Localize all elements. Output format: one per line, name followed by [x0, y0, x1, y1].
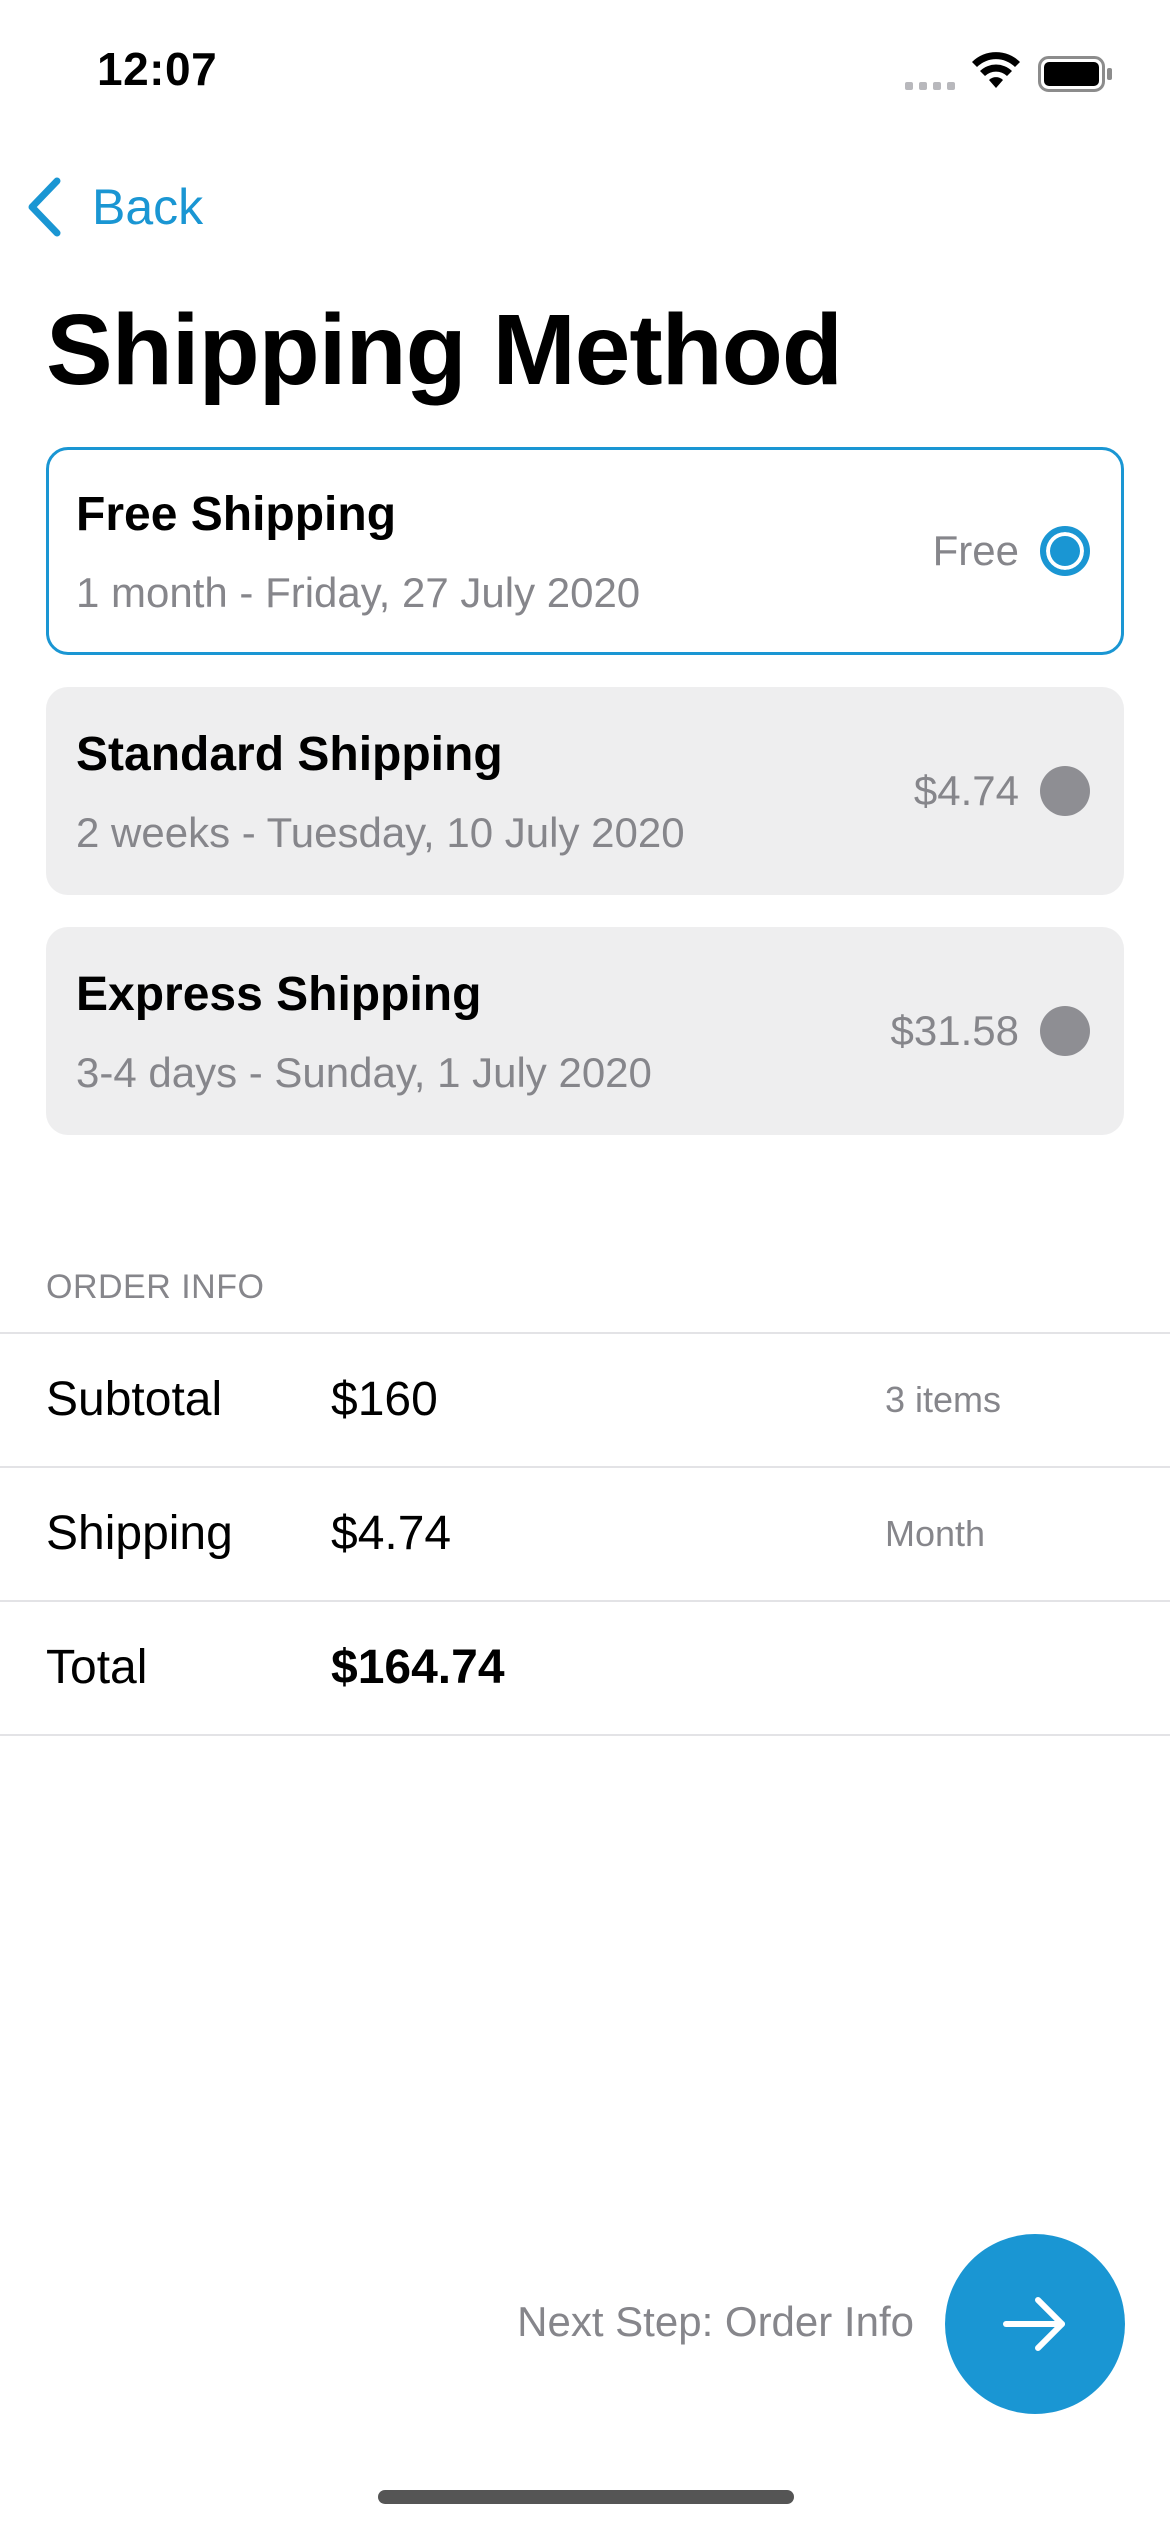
order-row-shipping: Shipping $4.74 Month — [0, 1466, 1170, 1600]
option-name: Free Shipping — [76, 488, 397, 541]
row-value: $164.74 — [331, 1641, 505, 1694]
option-detail: 1 month - Friday, 27 July 2020 — [76, 569, 641, 616]
row-value: $4.74 — [331, 1507, 452, 1560]
row-note: 3 items — [885, 1379, 1002, 1420]
back-label: Back — [92, 179, 204, 235]
radio-selected-icon[interactable] — [1040, 526, 1090, 576]
row-label: Total — [46, 1641, 148, 1694]
row-label: Shipping — [46, 1507, 233, 1560]
shipping-option-standard[interactable]: Standard Shipping 2 weeks - Tuesday, 10 … — [46, 687, 1124, 895]
next-step-label: Next Step: Order Info — [517, 2298, 914, 2345]
option-price: $4.74 — [913, 767, 1019, 814]
order-row-subtotal: Subtotal $160 3 items — [0, 1332, 1170, 1466]
next-step-button[interactable] — [945, 2234, 1125, 2414]
wifi-icon — [972, 52, 1020, 88]
option-detail: 2 weeks - Tuesday, 10 July 2020 — [76, 809, 685, 856]
shipping-option-free[interactable]: Free Shipping 1 month - Friday, 27 July … — [46, 447, 1124, 655]
cellular-signal-icon — [905, 78, 957, 90]
order-info-table: Subtotal $160 3 items Shipping $4.74 Mon… — [0, 1332, 1170, 1736]
option-detail: 3-4 days - Sunday, 1 July 2020 — [76, 1049, 652, 1096]
page-title: Shipping Method — [46, 294, 843, 406]
shipping-options-list: Free Shipping 1 month - Friday, 27 July … — [46, 447, 1124, 1167]
option-price: $31.58 — [890, 1007, 1019, 1054]
option-name: Standard Shipping — [76, 728, 503, 781]
back-button[interactable]: Back — [24, 172, 203, 242]
battery-icon — [1038, 56, 1112, 92]
order-info-header: ORDER INFO — [46, 1268, 265, 1306]
row-label: Subtotal — [46, 1373, 223, 1426]
status-time: 12:07 — [97, 43, 218, 95]
radio-unselected-icon[interactable] — [1040, 1006, 1090, 1056]
arrow-right-icon — [1003, 2297, 1065, 2351]
radio-unselected-icon[interactable] — [1040, 766, 1090, 816]
shipping-option-express[interactable]: Express Shipping 3-4 days - Sunday, 1 Ju… — [46, 927, 1124, 1135]
status-bar: 12:07 — [0, 0, 1170, 150]
home-indicator — [378, 2490, 794, 2504]
chevron-left-icon — [28, 177, 61, 237]
row-note: Month — [885, 1513, 986, 1554]
option-name: Express Shipping — [76, 968, 482, 1021]
order-row-total: Total $164.74 — [0, 1600, 1170, 1736]
row-value: $160 — [331, 1373, 438, 1426]
option-price: Free — [932, 527, 1019, 574]
